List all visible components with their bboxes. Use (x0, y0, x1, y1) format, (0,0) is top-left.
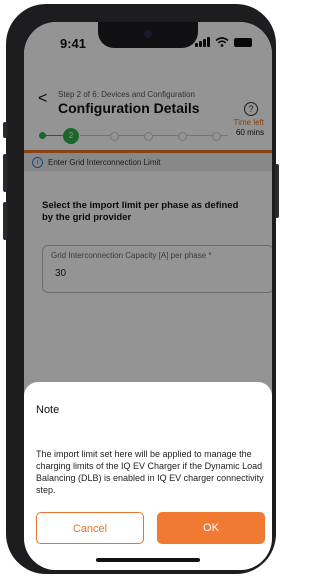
dialog-body: The import limit set here will be applie… (36, 449, 264, 495)
volume-down-button (3, 202, 7, 240)
note-dialog: Note The import limit set here will be a… (24, 382, 272, 570)
cancel-button[interactable]: Cancel (36, 512, 144, 544)
app-screen: 9:41 < Step 2 of 6: Devices and Configur… (24, 22, 272, 570)
ok-button[interactable]: OK (157, 512, 265, 544)
home-indicator (96, 558, 200, 562)
volume-up-button (3, 154, 7, 192)
phone-frame: 9:41 < Step 2 of 6: Devices and Configur… (3, 4, 279, 574)
power-button (275, 164, 279, 218)
mute-switch (3, 122, 7, 138)
dialog-title: Note (36, 404, 60, 416)
